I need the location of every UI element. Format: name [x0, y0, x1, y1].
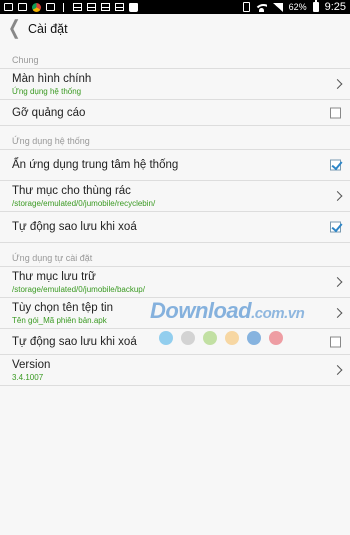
setting-value: Ứng dụng hệ thống — [12, 86, 82, 96]
setting-label: Tùy chọn tên tệp tin — [12, 301, 114, 314]
setting-label: Thư mục cho thùng rác — [12, 184, 131, 197]
usb-icon — [63, 2, 68, 12]
section-header-general: Chung — [0, 52, 350, 69]
image-icon — [46, 3, 55, 11]
back-chevron-icon[interactable]: ❮ — [8, 10, 22, 49]
chrome-icon — [32, 2, 41, 12]
setting-value: Tên gói_Mã phiên bản.apk — [12, 315, 107, 325]
setting-version[interactable]: Version 3.4.1007 — [0, 355, 350, 386]
setting-file-name-option[interactable]: Tùy chọn tên tệp tin Tên gói_Mã phiên bả… — [0, 298, 350, 329]
app-bar: ❮ Cài đặt — [0, 14, 350, 44]
setting-main-screen[interactable]: Màn hình chính Ứng dụng hệ thống — [0, 69, 350, 100]
setting-label: Tự động sao lưu khi xoá — [12, 335, 137, 348]
setting-label: Màn hình chính — [12, 72, 92, 85]
setting-label: Tự động sao lưu khi xoá — [12, 221, 137, 233]
battery-percent: 62% — [288, 2, 307, 12]
status-bar: 62% 9:25 — [0, 0, 350, 14]
auto-backup-user-checkbox[interactable] — [330, 336, 341, 347]
setting-hide-system-center[interactable]: Ẩn ứng dụng trung tâm hệ thống — [0, 150, 350, 181]
wifi-icon — [255, 3, 267, 12]
mail-icon — [87, 3, 96, 11]
setting-auto-backup-system[interactable]: Tự động sao lưu khi xoá — [0, 212, 350, 243]
setting-value: /storage/emulated/0/jumobile/backup/ — [12, 284, 145, 294]
setting-label: Ẩn ứng dụng trung tâm hệ thống — [12, 159, 179, 171]
store-icon — [129, 2, 138, 12]
setting-value: 3.4.1007 — [12, 372, 44, 382]
remove-ads-checkbox[interactable] — [330, 107, 341, 118]
setting-label: Version — [12, 358, 51, 371]
phone-icon — [242, 2, 250, 12]
setting-storage-folder[interactable]: Thư mục lưu trữ /storage/emulated/0/jumo… — [0, 267, 350, 298]
mail-icon — [115, 3, 124, 11]
notification-icons — [4, 2, 138, 12]
setting-recycle-folder[interactable]: Thư mục cho thùng rác /storage/emulated/… — [0, 181, 350, 212]
setting-value: /storage/emulated/0/jumobile/recyclebin/ — [12, 198, 156, 208]
page-title: Cài đặt — [28, 22, 68, 36]
mail-icon — [73, 3, 82, 11]
signal-icon — [272, 2, 283, 12]
setting-remove-ads[interactable]: Gỡ quảng cáo — [0, 100, 350, 126]
clock: 9:25 — [324, 1, 346, 13]
section-header-system-apps: Ứng dụng hệ thống — [0, 133, 350, 150]
setting-label: Gỡ quảng cáo — [12, 106, 86, 119]
auto-backup-system-checkbox[interactable] — [330, 221, 341, 233]
battery-icon — [312, 0, 319, 12]
setting-label: Thư mục lưu trữ — [12, 270, 96, 283]
setting-auto-backup-user[interactable]: Tự động sao lưu khi xoá — [0, 329, 350, 355]
section-header-user-apps: Ứng dụng tự cài đặt — [0, 250, 350, 267]
mail-icon — [101, 3, 110, 11]
hide-system-center-checkbox[interactable] — [330, 159, 341, 171]
